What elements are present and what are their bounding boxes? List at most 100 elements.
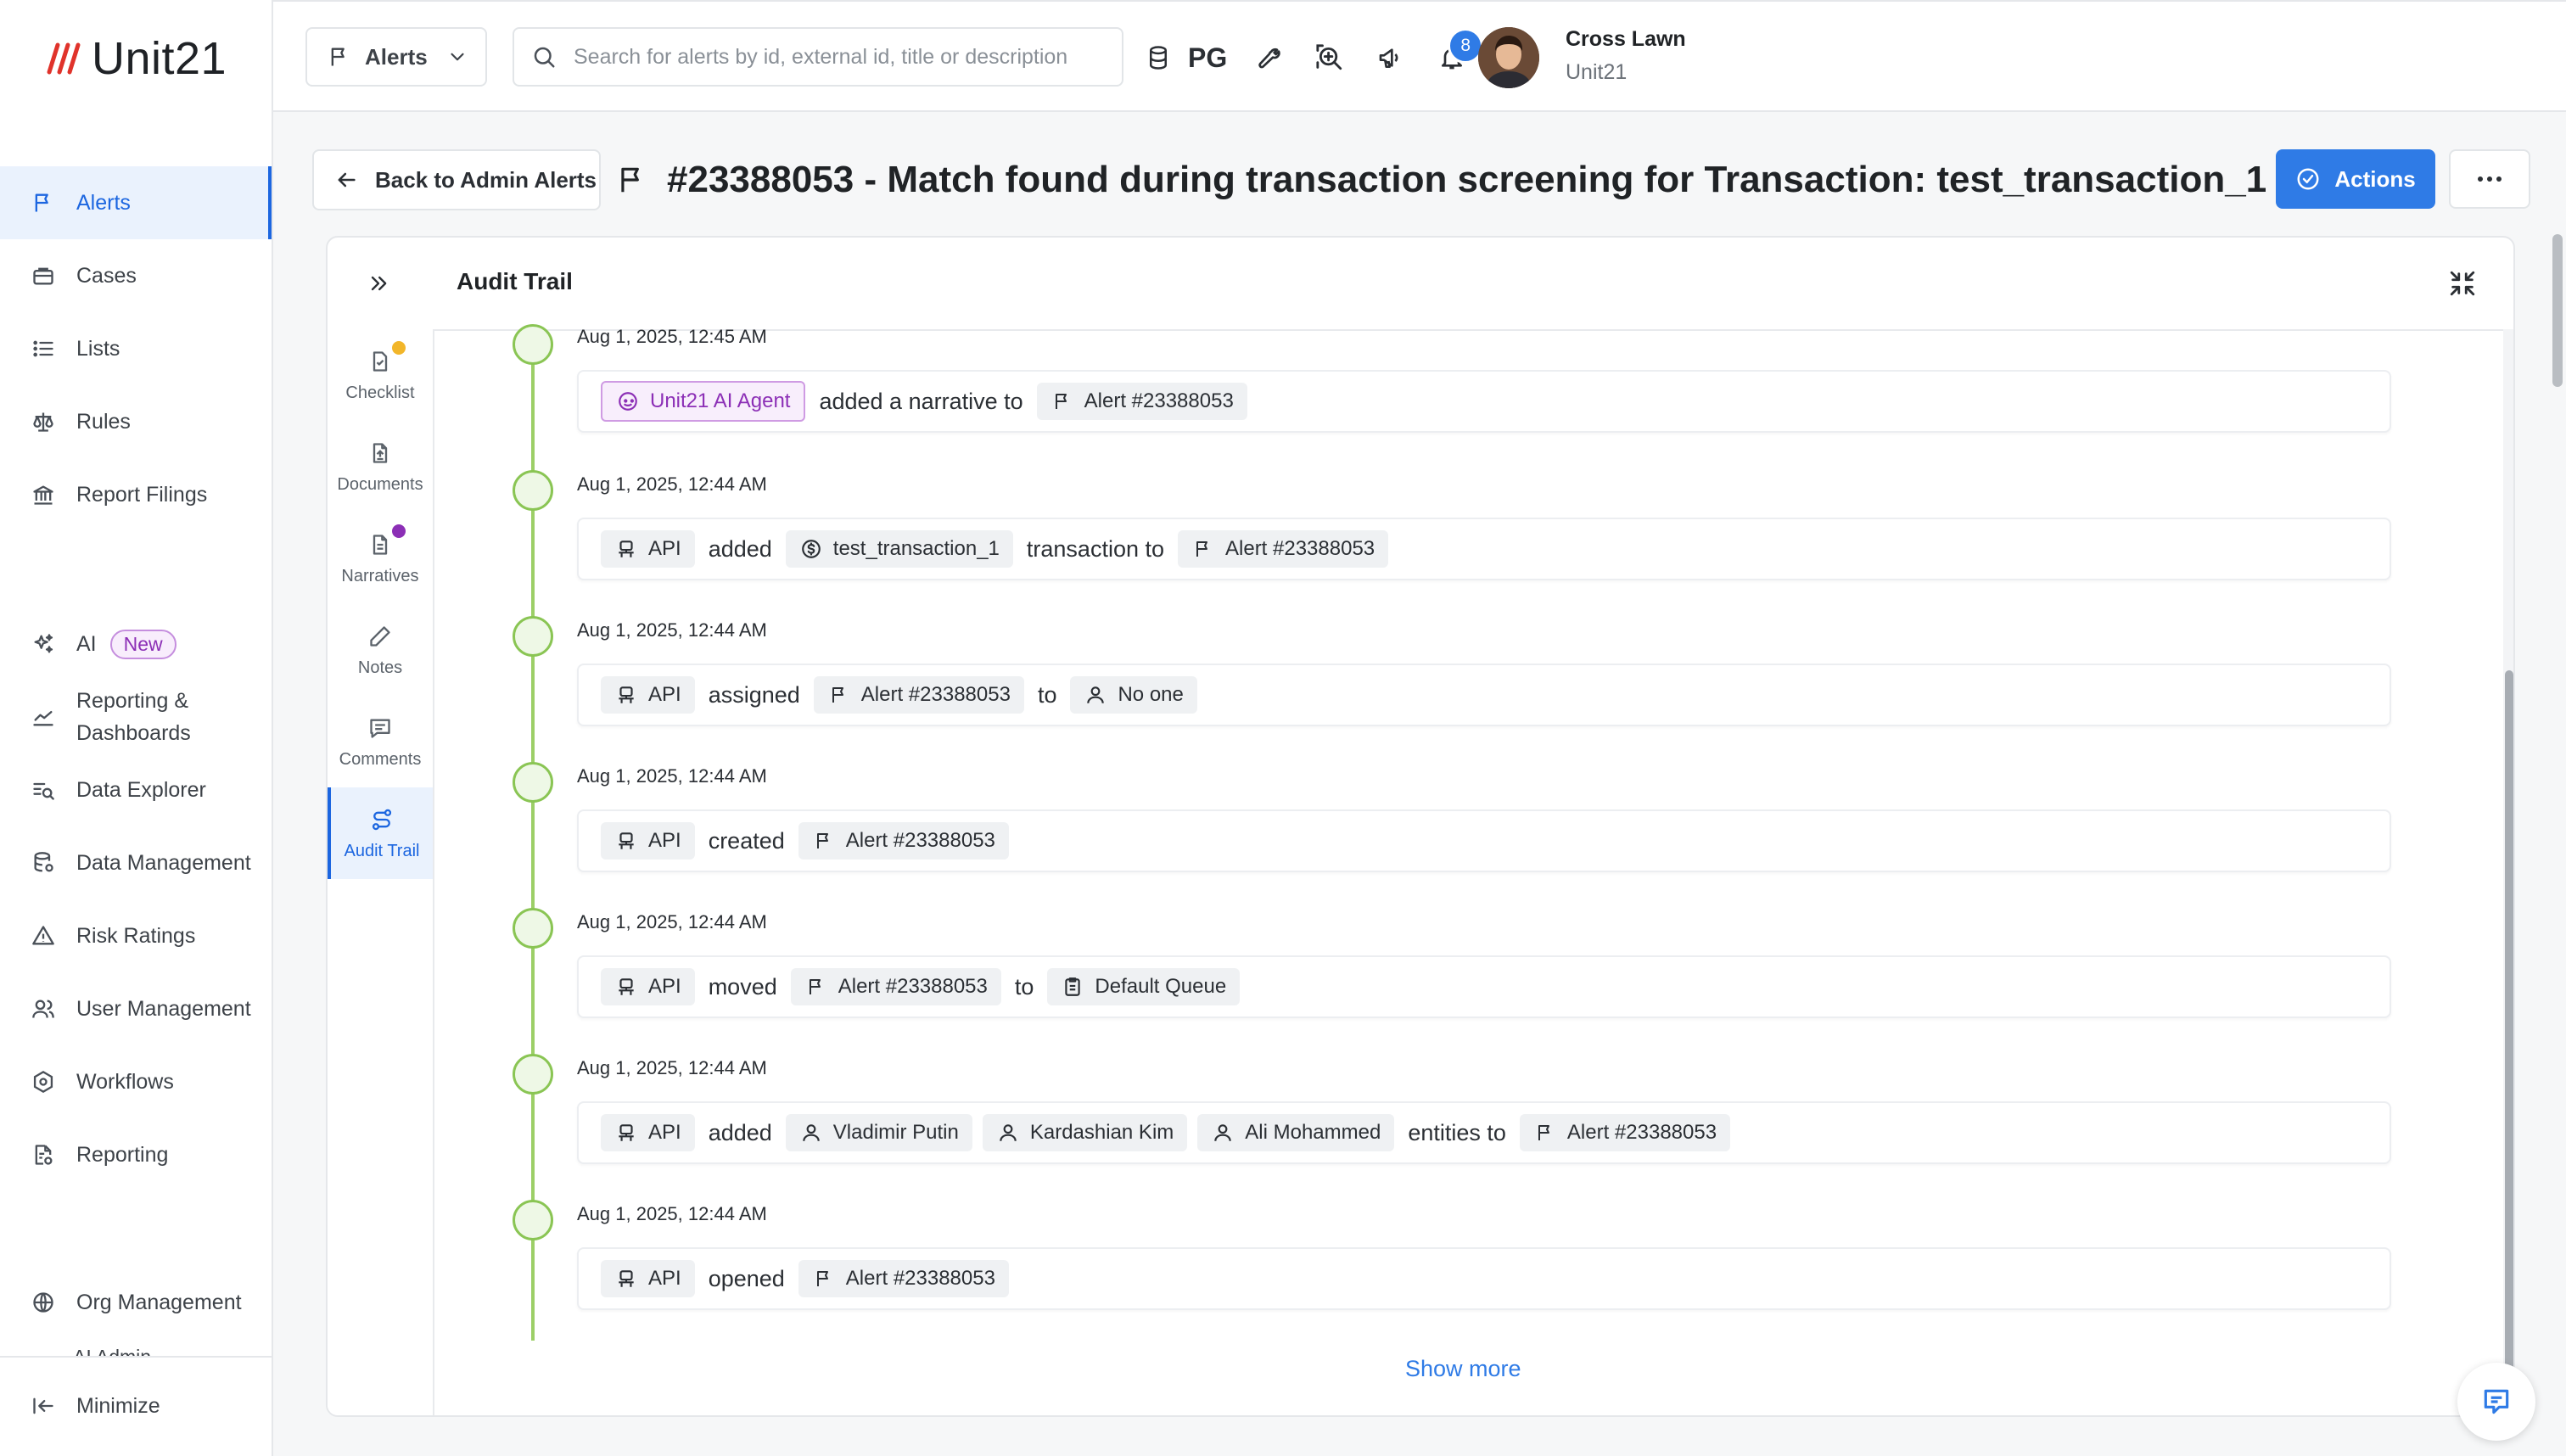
alert-chip[interactable]: Alert #23388053 [790,968,1001,1005]
flag-icon [328,45,351,69]
zoom-in-icon[interactable] [1310,38,1349,77]
actions-button[interactable]: Actions [2276,149,2435,209]
queue-chip[interactable]: Default Queue [1047,968,1241,1005]
alert-chip[interactable]: Alert #23388053 [1178,530,1389,568]
alert-chip[interactable]: Alert #23388053 [1519,1114,1731,1151]
sidebar-item-cases[interactable]: Cases [0,239,272,312]
check-circle-icon [2295,166,2321,192]
audit-event-card: API opened Alert #23388053 [577,1247,2391,1310]
show-more-link[interactable]: Show more [1405,1356,1521,1382]
chevron-down-icon [446,46,468,68]
collapse-view-icon[interactable] [2444,265,2481,302]
actor-chip[interactable]: API [601,1260,695,1297]
back-button[interactable]: Back to Admin Alerts [312,149,601,210]
event-timestamp: Aug 1, 2025, 12:45 AM [577,326,767,347]
environment-label[interactable]: PG [1188,42,1227,74]
report-icon [29,1140,58,1169]
tab-notes[interactable]: Notes [328,604,433,696]
tab-checklist[interactable]: Checklist [328,329,433,421]
sidebar-item-rules[interactable]: Rules [0,385,272,458]
actor-chip[interactable]: API [601,530,695,568]
avatar[interactable] [1478,27,1539,88]
more-horizontal-icon [2477,176,2502,182]
alert-chip[interactable]: Alert #23388053 [1036,383,1247,420]
entity-chip[interactable]: Ali Mohammed [1197,1114,1395,1151]
checklist-icon [367,340,406,375]
timeline-dot [513,908,553,949]
event-verb: created [708,827,785,854]
flag-icon [616,164,648,196]
bell-icon[interactable]: 8 [1432,28,1484,77]
panel-tabs: Checklist Documents Narratives Notes Com… [328,329,434,1415]
expand-sidebar-icon[interactable] [363,268,394,299]
actor-chip[interactable]: API [601,968,695,1005]
more-options-button[interactable] [2449,149,2530,209]
arrow-left-icon [334,168,358,192]
event-verb: opened [708,1265,785,1291]
assignee-chip[interactable]: No one [1070,676,1197,714]
sidebar-item-reporting-dashboards[interactable]: Reporting & Dashboards [0,680,272,753]
sidebar-item-data-management[interactable]: Data Management [0,826,272,899]
dropdown-label: Alerts [365,43,428,70]
sidebar-item-workflows[interactable]: Workflows [0,1045,272,1118]
logo-text: Unit21 [92,33,227,84]
event-verb: moved [708,973,777,1000]
tab-audit-trail[interactable]: Audit Trail [328,787,433,879]
sidebar-item-label: Reporting & Dashboards [76,685,191,749]
assignee-label: No one [1118,683,1184,706]
user-icon [1084,683,1107,707]
pencil-icon [367,623,394,650]
robot-icon [614,829,638,853]
wrench-icon[interactable] [1249,38,1288,77]
top-icons: PG 8 [1139,28,1484,83]
logo[interactable]: Unit21 [41,32,227,85]
tab-documents[interactable]: Documents [328,421,433,512]
sidebar-item-lists[interactable]: Lists [0,312,272,385]
entity-chip[interactable]: Vladimir Putin [785,1114,972,1151]
actor-label: API [648,829,681,852]
alert-label: Alert #23388053 [845,829,995,852]
search-icon [531,44,557,70]
sidebar-item-org-management[interactable]: Org Management [0,1266,272,1339]
megaphone-icon[interactable] [1371,38,1410,77]
database-icon [29,848,58,877]
sidebar-item-user-management[interactable]: User Management [0,972,272,1045]
minimize-button[interactable]: Minimize [0,1369,272,1442]
actor-label: API [648,537,681,560]
search-box[interactable] [513,27,1123,87]
sidebar-item-reporting[interactable]: Reporting [0,1118,272,1191]
robot-icon [614,1267,638,1291]
sidebar-item-report-filings[interactable]: Report Filings [0,458,272,531]
actor-chip[interactable]: API [601,822,695,860]
transaction-chip[interactable]: test_transaction_1 [785,530,1013,568]
sidebar-item-alerts[interactable]: Alerts [0,166,272,239]
chat-button[interactable] [2457,1363,2535,1441]
user-icon [799,1121,823,1145]
alert-label: Alert #23388053 [838,975,988,998]
alerts-dropdown[interactable]: Alerts [305,27,487,87]
actor-label: API [648,975,681,998]
alert-title: #23388053 - Match found during transacti… [667,159,2267,200]
search-input[interactable] [572,43,1084,70]
sidebar-item-risk-ratings[interactable]: Risk Ratings [0,899,272,972]
user-org: Unit21 [1566,60,1628,84]
actor-chip[interactable]: API [601,1114,695,1151]
alert-chip[interactable]: Alert #23388053 [798,1260,1009,1297]
panel-scrollbar-thumb[interactable] [2505,670,2513,1375]
back-button-label: Back to Admin Alerts [375,166,597,193]
user-icon [1211,1121,1235,1145]
alert-chip[interactable]: Alert #23388053 [798,822,1009,860]
entity-label: Kardashian Kim [1029,1121,1174,1144]
alert-chip[interactable]: Alert #23388053 [813,676,1024,714]
database-icon[interactable] [1139,38,1178,77]
actor-chip[interactable]: Unit21 AI Agent [601,381,806,422]
page-scrollbar-thumb[interactable] [2552,234,2563,387]
actor-chip[interactable]: API [601,676,695,714]
tab-narratives[interactable]: Narratives [328,512,433,604]
sidebar-item-ai[interactable]: AI New [0,608,272,680]
audit-event-card: API added test_transaction_1 transaction… [577,518,2391,580]
entity-chip[interactable]: Kardashian Kim [982,1114,1188,1151]
sidebar-item-data-explorer[interactable]: Data Explorer [0,753,272,826]
tab-comments[interactable]: Comments [328,696,433,787]
user-menu[interactable]: Cross Lawn Unit21 [1566,27,1686,85]
